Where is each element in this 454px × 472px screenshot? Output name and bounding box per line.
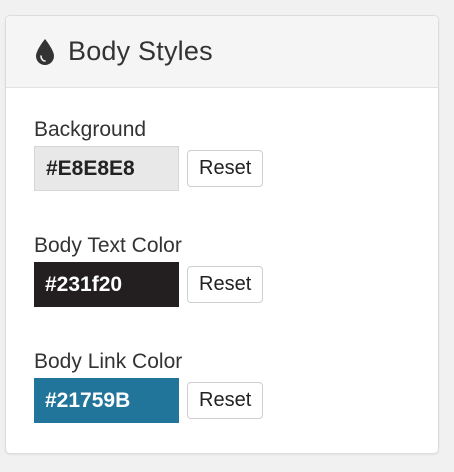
background-color-value: #E8E8E8 [46,156,135,180]
panel-header: Body Styles [6,16,438,88]
body-text-color-field: Body Text Color #231f20 Reset [34,234,264,307]
body-text-color-swatch[interactable]: #231f20 [34,262,179,307]
body-link-color-reset-button[interactable]: Reset [187,382,264,419]
body-text-color-reset-button[interactable]: Reset [187,266,264,303]
drop-icon [34,38,56,66]
body-text-color-label: Body Text Color [34,234,182,257]
background-field: Background #E8E8E8 Reset [34,118,264,191]
body-link-color-swatch[interactable]: #21759B [34,378,179,423]
background-label: Background [34,118,147,141]
panel-title: Body Styles [68,36,213,66]
background-color-swatch[interactable]: #E8E8E8 [34,146,179,191]
body-link-color-field: Body Link Color #21759B Reset [34,350,264,423]
body-link-color-value: #21759B [45,388,131,412]
background-reset-button[interactable]: Reset [187,150,264,187]
body-text-color-value: #231f20 [45,272,123,296]
body-styles-panel: Body Styles Background #E8E8E8 Reset Bod… [5,15,439,454]
body-link-color-label: Body Link Color [34,350,183,373]
